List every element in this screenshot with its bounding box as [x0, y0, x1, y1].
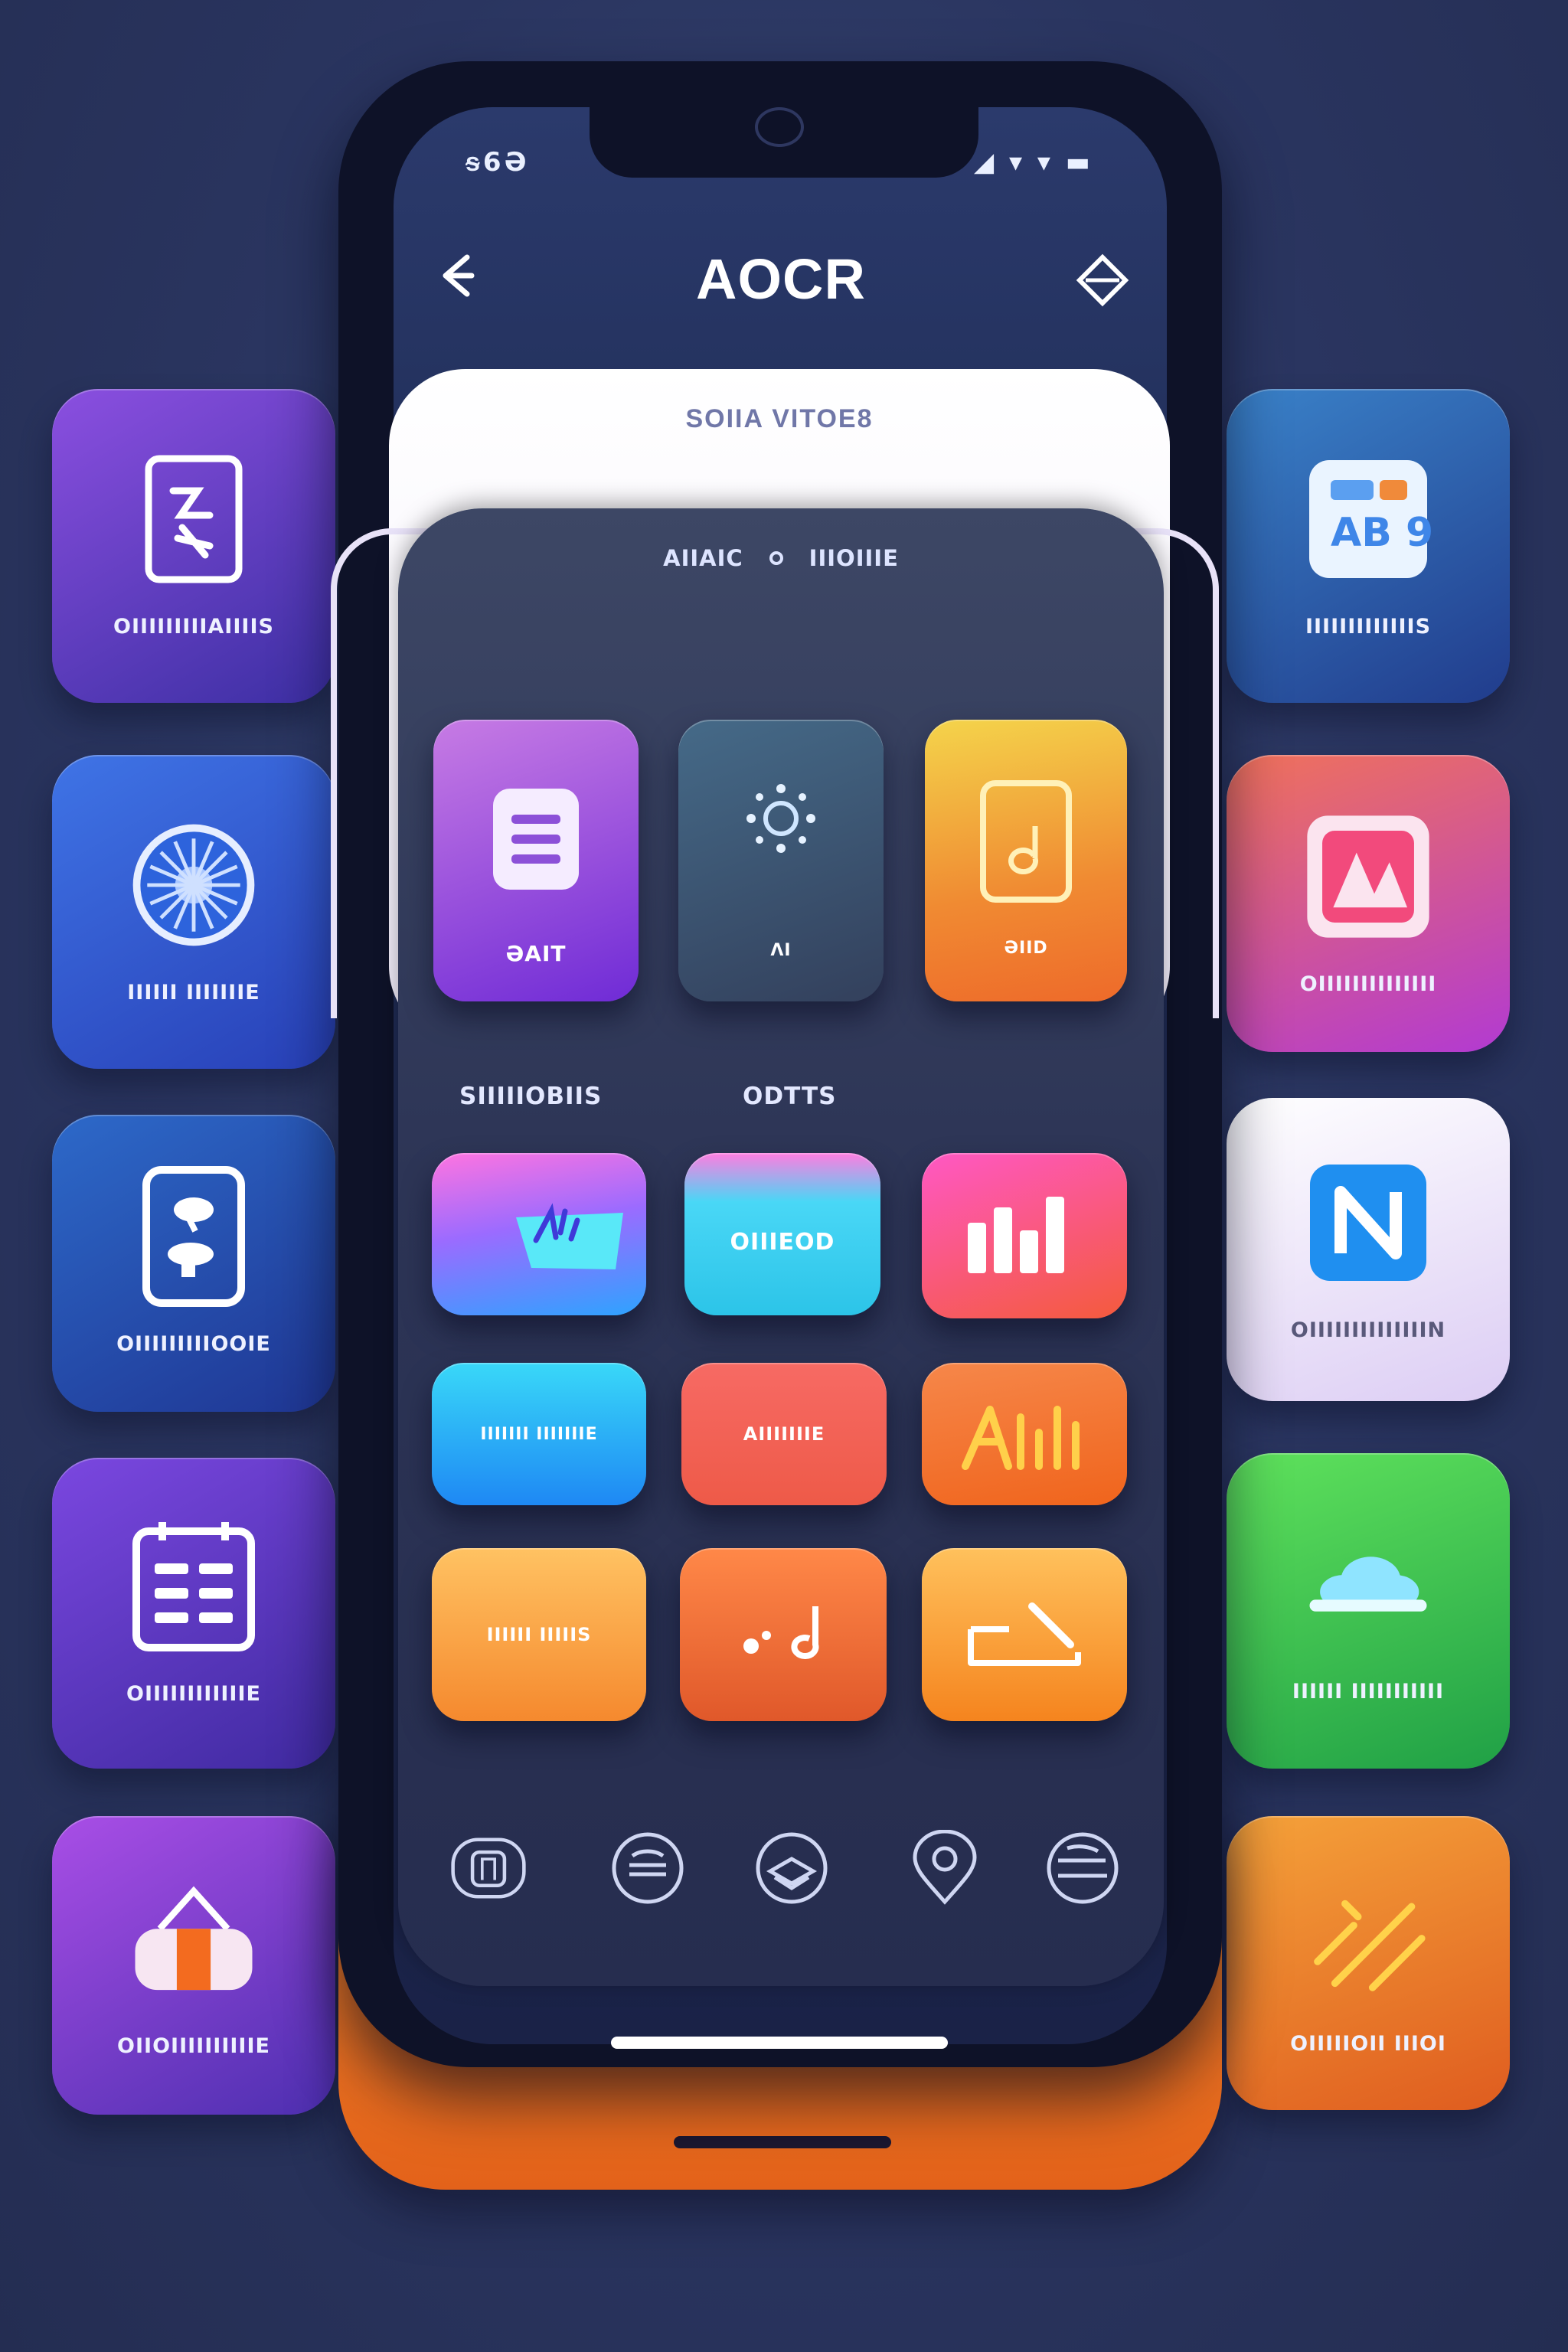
status-bar-left: ᵴ6Ә — [466, 147, 530, 178]
grid-app-3[interactable]: IIIIIII IIIIIIIE — [432, 1363, 646, 1505]
grid-app-7[interactable] — [680, 1548, 887, 1721]
grid-app-4[interactable]: AIIIIIIIE — [681, 1363, 887, 1505]
nav-layers[interactable] — [753, 1830, 830, 1906]
arrow-left-icon — [443, 254, 475, 297]
grid-app-8[interactable] — [922, 1548, 1127, 1721]
n-letter-icon — [1303, 1158, 1433, 1288]
diamond-action-button[interactable] — [1072, 250, 1133, 311]
left-tile-label: IIIIII IIIIIIIE — [127, 980, 260, 1004]
left-tile-label: OIIIIIIIIIAIIIIS — [113, 614, 274, 639]
camera-icon — [755, 107, 804, 147]
gallery-icon — [451, 1838, 526, 1899]
app-tile-label: ƏAIT — [505, 941, 567, 966]
tray-pen-icon — [963, 1591, 1086, 1679]
tab-dot-icon — [769, 551, 783, 565]
app-tile-top-0[interactable]: ƏAIT — [433, 720, 639, 1001]
home-indicator[interactable] — [611, 2037, 948, 2049]
section-label-0: SIIIIIOBIIS — [459, 1083, 603, 1110]
right-tile-1[interactable]: OIIIIIIIIIIIIII — [1227, 755, 1510, 1052]
left-tile-3[interactable]: OIIIIIIIIIIIIE — [52, 1458, 335, 1769]
paper-plane-icon — [508, 1194, 639, 1282]
nav-globe[interactable] — [1044, 1830, 1121, 1906]
globe-icon — [1047, 1832, 1119, 1904]
music-note-icon — [730, 1599, 837, 1671]
pencil-ruler-icon — [1303, 1871, 1433, 2001]
base-handle-bar — [674, 2136, 891, 2148]
app-tile-top-1[interactable]: ɅI — [678, 720, 884, 1001]
location-pin-icon — [913, 1830, 977, 1905]
app-tile-top-2[interactable]: ƏIID — [925, 720, 1127, 1001]
photos-icon — [1303, 812, 1433, 942]
right-tile-2[interactable]: OIIIIIIIIIIIIIIN — [1227, 1098, 1510, 1401]
sun-dots-icon — [739, 776, 823, 864]
app-title: AOCR — [696, 247, 866, 311]
bar-chart-icon — [963, 1192, 1086, 1280]
stack-icon — [612, 1832, 684, 1904]
cards-icon: AB 9 — [1303, 454, 1433, 584]
right-tile-4[interactable]: OIIIIIOII IIIOI — [1227, 1816, 1510, 2110]
left-tile-label: OIIOIIIIIIIIIIE — [117, 2034, 270, 2058]
note-card-icon — [978, 779, 1073, 908]
sheet-heading: SOIIA VITOE8 — [685, 404, 874, 433]
app-tile-label: ɅI — [770, 941, 792, 960]
right-tile-label: OIIIIIIIIIIIIIIN — [1290, 1318, 1446, 1342]
grid-app-5[interactable] — [922, 1363, 1127, 1505]
tab-right[interactable]: IIIOIIIE — [809, 545, 899, 571]
nav-gallery[interactable] — [450, 1830, 527, 1906]
sunburst-icon — [129, 820, 259, 950]
grid-app-6[interactable]: IIIIII IIIIIS — [432, 1548, 646, 1721]
left-tile-0[interactable]: OIIIIIIIIIAIIIIS — [52, 389, 335, 703]
app-tile-label: ƏIID — [1004, 939, 1048, 958]
layers-icon — [756, 1832, 828, 1904]
right-tile-0[interactable]: AB 9 IIIIIIIIIIIIIS — [1227, 389, 1510, 703]
section-label-1: ODTTS — [743, 1083, 837, 1110]
svg-text:AB 9: AB 9 — [1331, 510, 1433, 556]
nav-location[interactable] — [906, 1830, 983, 1906]
right-tile-label: OIIIIIIIIIIIIII — [1299, 972, 1437, 996]
left-tile-4[interactable]: OIIOIIIIIIIIIIE — [52, 1816, 335, 2115]
grid-app-label: AIIIIIIIE — [743, 1423, 825, 1445]
right-tile-label: IIIIII IIIIIIIIIII — [1292, 1679, 1445, 1704]
right-tile-label: IIIIIIIIIIIIIS — [1305, 614, 1432, 639]
grid-app-label: IIIIII IIIIIS — [486, 1624, 592, 1645]
document-icon — [490, 786, 582, 897]
left-tile-label: OIIIIIIIIIIIIE — [126, 1681, 261, 1706]
shopping-bag-icon — [129, 1873, 259, 2004]
right-tile-label: OIIIIIOII IIIOI — [1290, 2031, 1446, 2056]
left-tile-2[interactable]: OIIIIIIIIIOOIE — [52, 1115, 335, 1412]
grid-app-label: IIIIIII IIIIIIIE — [480, 1424, 598, 1444]
grid-app-0[interactable] — [432, 1153, 646, 1315]
scan-doc-icon — [129, 454, 259, 584]
right-tile-3[interactable]: IIIIII IIIIIIIIIII — [1227, 1453, 1510, 1769]
tab-left[interactable]: AIIAIC — [663, 545, 743, 571]
diamond-icon — [1076, 253, 1129, 307]
grid-app-label: OIIIEOD — [730, 1228, 835, 1256]
bar-chart-outline-icon — [959, 1394, 1089, 1475]
back-button[interactable] — [429, 245, 482, 306]
left-tile-1[interactable]: IIIIII IIIIIIIE — [52, 755, 335, 1069]
grid-app-1[interactable]: OIIIEOD — [684, 1153, 880, 1315]
grid-app-2[interactable] — [922, 1153, 1127, 1318]
left-tile-label: OIIIIIIIIIOOIE — [116, 1331, 271, 1356]
cloud-icon — [1303, 1519, 1433, 1649]
nav-stack[interactable] — [609, 1830, 686, 1906]
status-bar-right: ◢ ▾ ▾ ▬ — [974, 147, 1093, 178]
spreadsheet-icon — [129, 1521, 259, 1651]
phone-icon — [129, 1165, 259, 1307]
card-tabs: AIIAIC IIIOIIIE — [398, 545, 1164, 571]
